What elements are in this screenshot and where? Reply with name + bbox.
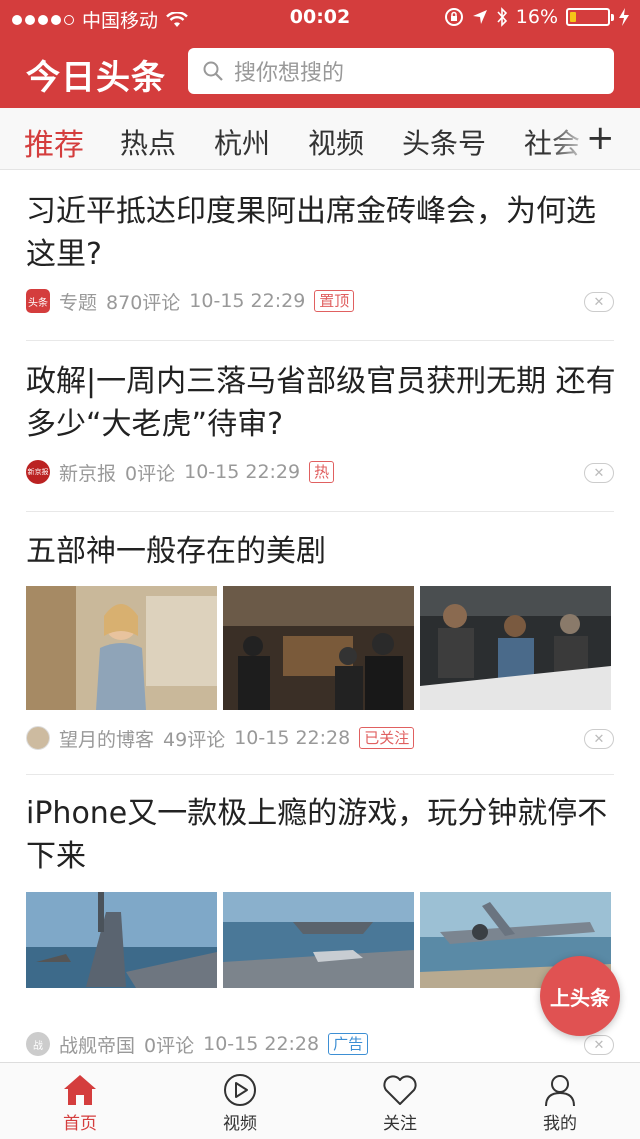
thumbnail-image[interactable] <box>26 586 217 710</box>
ad-badge: 广告 <box>328 1033 369 1055</box>
dislike-close-icon[interactable]: ✕ <box>584 292 614 312</box>
play-icon <box>200 1071 280 1109</box>
battery-icon <box>566 8 614 26</box>
search-box[interactable]: 搜你想搜的 <box>188 48 614 94</box>
publish-time: 10-15 22:29 <box>189 290 306 312</box>
thumbnail-row[interactable] <box>26 586 611 710</box>
article-meta: 头条 专题 870评论 10-15 22:29 置顶 <box>26 288 355 315</box>
source-name[interactable]: 战舰帝国 <box>59 1031 135 1058</box>
tab-hot[interactable]: 热点 <box>120 122 176 162</box>
source-name[interactable]: 新京报 <box>59 459 116 486</box>
comment-count: 870评论 <box>106 291 181 314</box>
article-title[interactable]: 政解|一周内三落马省部级官员获刑无期 还有多少“大老虎”待审? <box>26 360 616 446</box>
article-title[interactable]: 习近平抵达印度果阿出席金砖峰会，为何选这里? <box>26 190 616 276</box>
source-logo-icon: 头条 <box>26 289 50 313</box>
publish-time: 10-15 22:28 <box>203 1033 320 1055</box>
thumbnail-image[interactable] <box>223 586 414 710</box>
publish-time: 10-15 22:29 <box>184 461 301 483</box>
nav-label: 我的 <box>543 1114 577 1134</box>
search-icon <box>203 61 223 81</box>
heart-icon <box>360 1071 440 1109</box>
thumbnail-image[interactable] <box>223 892 414 1016</box>
article-meta: 望月的博客 49评论 10-15 22:28 已关注 <box>26 725 415 752</box>
status-badge: 置顶 <box>314 290 355 312</box>
battery-percent: 16% <box>515 6 558 28</box>
home-icon <box>40 1071 120 1109</box>
nav-mine[interactable]: 我的 <box>520 1071 600 1134</box>
source-name[interactable]: 望月的博客 <box>59 725 154 752</box>
article-meta: 新京报 新京报 0评论 10-15 22:29 热 <box>26 459 335 486</box>
article-meta: 战 战舰帝国 0评论 10-15 22:28 广告 <box>26 1031 369 1058</box>
comment-count: 49评论 <box>163 728 226 751</box>
tab-hangzhou[interactable]: 杭州 <box>214 122 270 162</box>
dislike-close-icon[interactable]: ✕ <box>584 729 614 749</box>
tab-toutiao-hao[interactable]: 头条号 <box>402 122 486 162</box>
tab-recommend[interactable]: 推荐 <box>24 120 84 164</box>
status-badge: 热 <box>309 461 335 483</box>
user-icon <box>520 1071 600 1109</box>
bottom-nav: 首页 视频 关注 我的 <box>0 1062 640 1139</box>
dislike-close-icon[interactable]: ✕ <box>584 463 614 483</box>
status-bar: 中国移动 00:02 16% <box>0 0 640 36</box>
source-logo-icon: 战 <box>26 1032 50 1056</box>
thumbnail-image[interactable] <box>420 586 611 710</box>
search-placeholder: 搜你想搜的 <box>234 61 345 86</box>
comment-count: 0评论 <box>125 462 176 485</box>
thumbnail-image[interactable] <box>26 892 217 1016</box>
channel-tabs: 推荐 热点 杭州 视频 头条号 社会 + <box>0 108 640 170</box>
article-title[interactable]: 五部神一般存在的美剧 <box>26 530 616 573</box>
nav-label: 视频 <box>223 1114 257 1134</box>
add-channel-button[interactable]: + <box>586 118 615 158</box>
status-badge: 已关注 <box>359 727 415 749</box>
charging-icon <box>619 8 629 26</box>
article-title[interactable]: iPhone又一款极上瘾的游戏，玩分钟就停不下来 <box>26 792 616 878</box>
dislike-close-icon[interactable]: ✕ <box>584 1035 614 1055</box>
rotation-lock-icon <box>444 8 463 26</box>
nav-label: 关注 <box>383 1114 417 1134</box>
app-header: 中国移动 00:02 16% 今日头条 搜你想搜的 <box>0 0 640 108</box>
source-name[interactable]: 专题 <box>59 288 97 315</box>
source-logo-icon: 新京报 <box>26 460 50 484</box>
app-logo[interactable]: 今日头条 <box>26 50 166 99</box>
comment-count: 0评论 <box>144 1034 195 1057</box>
post-headline-button[interactable]: 上头条 <box>540 956 620 1036</box>
location-icon <box>472 10 487 24</box>
avatar <box>26 726 50 750</box>
thumbnail-row[interactable] <box>26 892 611 1016</box>
nav-video[interactable]: 视频 <box>200 1071 280 1134</box>
nav-label: 首页 <box>63 1114 97 1134</box>
bluetooth-icon <box>497 7 507 27</box>
nav-follow[interactable]: 关注 <box>360 1071 440 1134</box>
tab-video[interactable]: 视频 <box>308 122 364 162</box>
nav-home[interactable]: 首页 <box>40 1071 120 1134</box>
publish-time: 10-15 22:28 <box>234 727 351 749</box>
